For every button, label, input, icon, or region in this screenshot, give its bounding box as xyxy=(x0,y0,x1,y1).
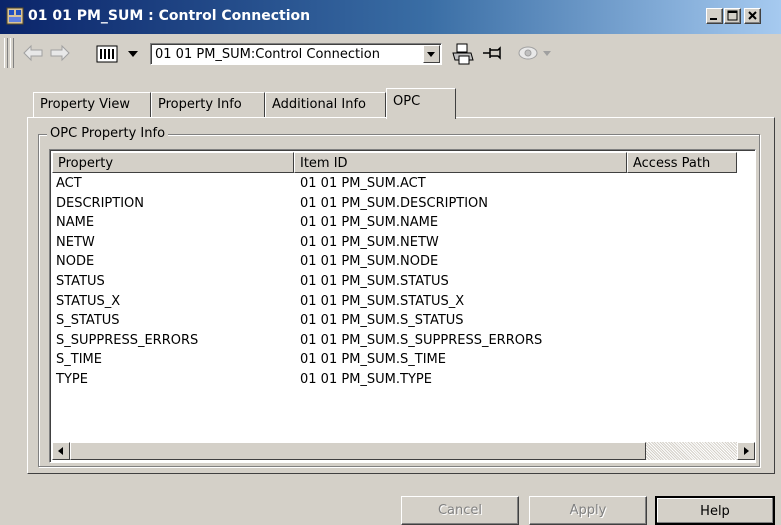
list-header: Property Item ID Access Path xyxy=(52,152,755,173)
app-icon xyxy=(6,7,24,25)
group-label: OPC Property Info xyxy=(47,126,169,141)
scroll-track[interactable] xyxy=(646,442,737,460)
cell-item-id: 01 01 PM_SUM.S_STATUS xyxy=(300,313,464,329)
chevron-right-icon xyxy=(744,447,749,455)
cell-item-id: 01 01 PM_SUM.NODE xyxy=(300,254,439,270)
toolbar: 01 01 PM_SUM:Control Connection xyxy=(0,34,781,72)
faceplate-icon[interactable] xyxy=(96,44,118,64)
object-selector-value: 01 01 PM_SUM:Control Connection xyxy=(155,47,380,62)
help-button[interactable]: Help xyxy=(655,496,775,525)
table-row[interactable]: S_SUPPRESS_ERRORS 01 01 PM_SUM.S_SUPPRESS… xyxy=(52,331,755,351)
cell-item-id: 01 01 PM_SUM.TYPE xyxy=(300,371,432,387)
minimize-button[interactable] xyxy=(706,8,723,24)
tab-label: Additional Info xyxy=(272,97,366,112)
print-icon[interactable] xyxy=(451,42,475,66)
table-row[interactable]: S_TIME 01 01 PM_SUM.S_TIME xyxy=(52,350,755,370)
cell-property: NODE xyxy=(56,254,95,270)
minimize-icon xyxy=(710,18,717,20)
close-icon xyxy=(748,11,757,20)
chevron-down-icon[interactable] xyxy=(127,50,139,58)
cell-item-id: 01 01 PM_SUM.STATUS xyxy=(300,273,449,289)
cell-property: NETW xyxy=(56,234,95,250)
list-rows: ACT 01 01 PM_SUM.ACT DESCRIPTION 01 01 PM_S… xyxy=(52,174,755,390)
cell-item-id: 01 01 PM_SUM.STATUS_X xyxy=(300,293,465,309)
tab-label: OPC xyxy=(393,94,421,109)
chevron-down-icon xyxy=(427,52,435,57)
pin-icon[interactable] xyxy=(482,44,504,62)
tab-additional-info[interactable]: Additional Info xyxy=(265,92,386,118)
table-row[interactable]: TYPE 01 01 PM_SUM.TYPE xyxy=(52,370,755,390)
table-row[interactable]: STATUS 01 01 PM_SUM.STATUS xyxy=(52,272,755,292)
tab-opc[interactable]: OPC xyxy=(386,88,456,119)
tab-label: Property Info xyxy=(158,97,242,112)
column-header-access-path[interactable]: Access Path xyxy=(627,152,737,173)
title-bar[interactable]: 01 01 PM_SUM : Control Connection xyxy=(0,0,781,34)
cell-property: ACT xyxy=(56,176,82,191)
tab-panel: OPC Property Info Property Item ID Acces… xyxy=(27,117,775,474)
chevron-left-icon xyxy=(58,447,63,455)
maximize-button[interactable] xyxy=(724,8,741,24)
maximize-icon xyxy=(727,10,738,21)
object-selector-dropdown[interactable] xyxy=(423,45,440,63)
cell-property: S_STATUS xyxy=(56,313,120,329)
forward-arrow-icon[interactable] xyxy=(48,43,72,63)
chevron-down-icon[interactable] xyxy=(542,50,552,58)
cell-property: NAME xyxy=(56,215,95,231)
cell-item-id: 01 01 PM_SUM.ACT xyxy=(300,176,426,191)
table-row[interactable]: DESCRIPTION 01 01 PM_SUM.DESCRIPTION xyxy=(52,194,755,214)
window-title: 01 01 PM_SUM : Control Connection xyxy=(28,8,311,24)
horizontal-scrollbar[interactable] xyxy=(52,442,755,460)
tab-property-info[interactable]: Property Info xyxy=(151,92,265,118)
table-row[interactable]: S_STATUS 01 01 PM_SUM.S_STATUS xyxy=(52,311,755,331)
cell-property: S_TIME xyxy=(56,352,102,368)
scroll-left-button[interactable] xyxy=(52,442,70,460)
cell-property: S_SUPPRESS_ERRORS xyxy=(56,332,199,348)
object-selector[interactable]: 01 01 PM_SUM:Control Connection xyxy=(150,43,442,65)
column-header-property[interactable]: Property xyxy=(52,152,294,173)
back-arrow-icon[interactable] xyxy=(21,43,45,63)
cell-item-id: 01 01 PM_SUM.NETW xyxy=(300,234,439,250)
scroll-thumb[interactable] xyxy=(70,442,646,460)
toolbar-grip[interactable] xyxy=(10,38,14,68)
tab-property-view[interactable]: Property View xyxy=(33,92,151,118)
cell-property: STATUS xyxy=(56,273,105,289)
cell-item-id: 01 01 PM_SUM.DESCRIPTION xyxy=(300,195,489,211)
table-row[interactable]: STATUS_X 01 01 PM_SUM.STATUS_X xyxy=(52,292,755,312)
tab-label: Property View xyxy=(40,97,130,112)
cancel-button[interactable]: Cancel xyxy=(401,496,519,525)
table-row[interactable]: NODE 01 01 PM_SUM.NODE xyxy=(52,252,755,272)
cell-item-id: 01 01 PM_SUM.S_TIME xyxy=(300,352,446,368)
column-header-item-id[interactable]: Item ID xyxy=(294,152,627,173)
opc-property-list[interactable]: Property Item ID Access Path ACT 01 01 PM… xyxy=(49,149,756,463)
table-row[interactable]: NAME 01 01 PM_SUM.NAME xyxy=(52,213,755,233)
table-row[interactable]: NETW 01 01 PM_SUM.NETW xyxy=(52,233,755,253)
cell-item-id: 01 01 PM_SUM.S_SUPPRESS_ERRORS xyxy=(300,332,543,348)
scroll-right-button[interactable] xyxy=(737,442,755,460)
cell-item-id: 01 01 PM_SUM.NAME xyxy=(300,215,439,231)
close-button[interactable] xyxy=(744,8,761,24)
opc-property-info-group: OPC Property Info Property Item ID Acces… xyxy=(38,126,760,467)
cell-property: TYPE xyxy=(56,371,88,387)
toolbar-grip[interactable] xyxy=(4,38,8,68)
apply-button[interactable]: Apply xyxy=(529,496,647,525)
eye-icon[interactable] xyxy=(517,43,539,63)
cell-property: STATUS_X xyxy=(56,293,121,309)
cell-property: DESCRIPTION xyxy=(56,195,144,211)
table-row[interactable]: ACT 01 01 PM_SUM.ACT xyxy=(52,174,755,194)
